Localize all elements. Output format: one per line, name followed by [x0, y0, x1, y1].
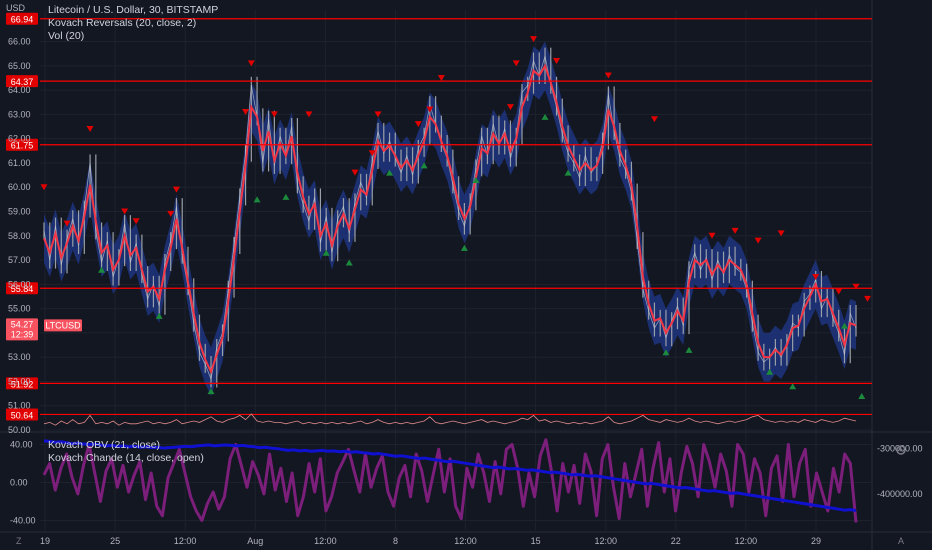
sell-marker	[852, 283, 860, 290]
time-tick-label: 15	[531, 536, 541, 546]
volatility-band	[44, 41, 856, 397]
buy-marker	[858, 393, 866, 400]
current-price-value: 54.27	[11, 319, 34, 329]
timezone-button[interactable]: Z	[16, 536, 22, 546]
price-tick-label: 59.00	[8, 207, 31, 217]
auto-scale-button[interactable]: A	[898, 536, 904, 546]
buy-marker	[253, 196, 261, 203]
level-label: 50.64	[11, 410, 34, 420]
price-tick-label: 52.00	[8, 376, 31, 386]
indicator-chande-legend[interactable]: Kovach Chande (14, close, open)	[48, 452, 204, 464]
sell-marker	[731, 227, 739, 234]
time-tick-label: 25	[110, 536, 120, 546]
time-tick-label: 29	[811, 536, 821, 546]
oscillator-tick-label: 0.00	[10, 478, 28, 488]
symbol-tag-label: LTCUSD	[45, 320, 81, 330]
oscillator-tick-label: 40.00	[10, 440, 33, 450]
sell-marker	[754, 237, 762, 244]
price-line	[43, 56, 857, 381]
gear-hub	[899, 448, 903, 452]
price-tick-label: 53.00	[8, 352, 31, 362]
sell-marker	[506, 104, 514, 111]
price-tick-label: 64.00	[8, 85, 31, 95]
reversal-line	[43, 63, 857, 375]
time-tick-label: 12:00	[174, 536, 197, 546]
time-tick-label: 12:00	[594, 536, 617, 546]
price-tick-label: 51.00	[8, 401, 31, 411]
sell-marker	[86, 125, 94, 132]
sell-marker	[132, 218, 140, 225]
price-tick-label: 55.00	[8, 304, 31, 314]
price-tick-label: 61.00	[8, 158, 31, 168]
price-tick-label: 56.00	[8, 279, 31, 289]
price-tick-label: 50.00	[8, 425, 31, 435]
sell-marker	[553, 57, 561, 64]
sell-marker	[437, 74, 445, 81]
time-tick-label: 8	[393, 536, 398, 546]
sell-marker	[835, 288, 843, 295]
price-tick-label: 66.00	[8, 37, 31, 47]
sell-marker	[650, 116, 658, 123]
trading-chart[interactable]: 66.9464.3761.7555.8451.9250.6450.0051.00…	[0, 0, 932, 550]
price-tick-label: 62.00	[8, 134, 31, 144]
obv-tick-label: -400000.00	[877, 489, 923, 499]
indicator-reversals-legend[interactable]: Kovach Reversals (20, close, 2)	[48, 17, 196, 29]
indicator-obv-legend[interactable]: Kovach OBV (21, close)	[48, 439, 160, 451]
level-label: 66.94	[11, 15, 34, 25]
buy-marker	[282, 193, 290, 200]
time-tick-label: 12:00	[735, 536, 758, 546]
price-tick-label: 58.00	[8, 231, 31, 241]
obv-tick-label: -300000.00	[877, 444, 923, 454]
sell-marker	[172, 186, 180, 193]
buy-marker	[789, 383, 797, 390]
time-tick-label: 19	[40, 536, 50, 546]
time-tick-label: Aug	[247, 536, 263, 546]
oscillator-tick-label: -40.00	[10, 516, 36, 526]
indicator-volume-legend[interactable]: Vol (20)	[48, 30, 84, 42]
time-tick-label: 12:00	[314, 536, 337, 546]
symbol-title[interactable]: Litecoin / U.S. Dollar, 30, BITSTAMP	[48, 4, 218, 16]
price-tick-label: 57.00	[8, 255, 31, 265]
buy-marker	[685, 346, 693, 353]
countdown-value: 12:39	[11, 329, 34, 339]
price-tick-label: 63.00	[8, 109, 31, 119]
price-tick-label: 60.00	[8, 182, 31, 192]
buy-marker	[460, 244, 468, 251]
price-tick-label: 65.00	[8, 61, 31, 71]
volume-line	[43, 413, 857, 426]
sell-marker	[351, 169, 359, 176]
sell-marker	[864, 295, 872, 302]
price-unit-label: USD	[6, 3, 26, 13]
time-tick-label: 12:00	[454, 536, 477, 546]
time-tick-label: 22	[671, 536, 681, 546]
